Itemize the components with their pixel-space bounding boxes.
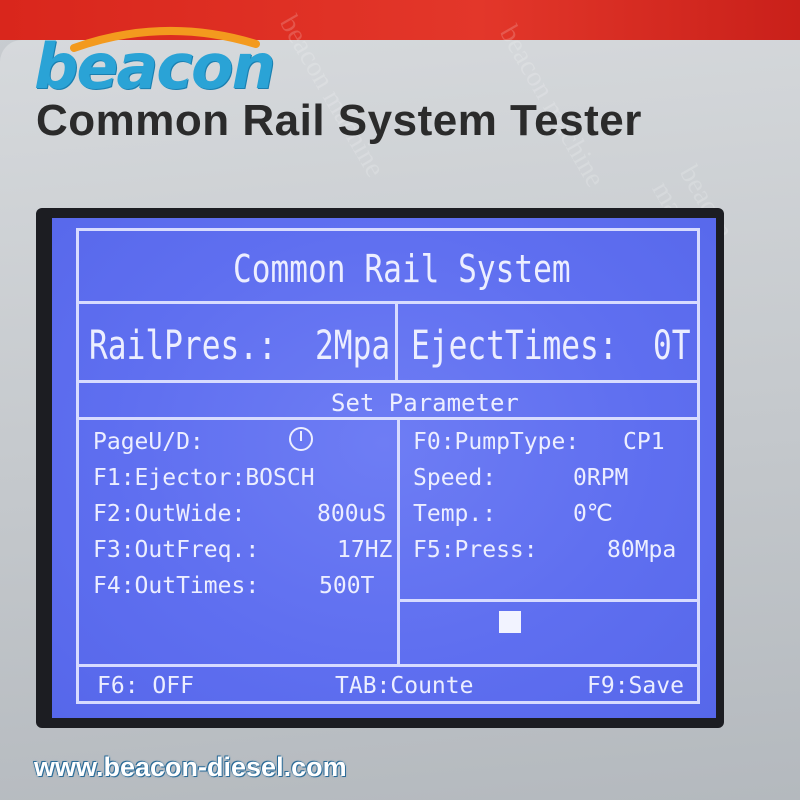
f5-press-value: 80Mpa [607,537,677,563]
lcd-frame: Common Rail System RailPres.: 2Mpa Eject… [76,228,700,704]
divider [79,301,697,304]
temp-label: Temp.: [413,501,497,527]
tab-counter: TAB:Counte [335,673,474,699]
divider [79,417,697,420]
rail-pres-value: 2Mpa [315,323,391,369]
device-headline: Common Rail System Tester [36,96,642,145]
cursor-block [499,611,521,633]
divider [79,664,697,667]
eject-times-value: 0T [653,323,691,369]
website-url: www.beacon-diesel.com [34,752,347,782]
speed-label: Speed: [413,465,497,491]
power-icon [289,427,313,451]
f3-outfreq-label: F3:OutFreq.: [93,537,260,563]
f2-outwide-label: F2:OutWide: [93,501,246,527]
f6-status: F6: OFF [97,673,194,699]
f1-ejector: F1:Ejector:BOSCH [93,465,315,491]
section-title: Set Parameter [331,389,519,417]
f4-outtimes-value: 500T [319,573,375,599]
f4-outtimes-label: F4:OutTimes: [93,573,260,599]
f3-outfreq-value: 17HZ [337,537,393,563]
eject-times-label: EjectTimes: [411,323,618,369]
f0-pumptype-label: F0:PumpType: [413,429,580,455]
screen-title: Common Rail System [233,247,571,291]
divider [79,380,697,383]
divider [395,304,398,380]
f0-pumptype-value: CP1 [623,429,665,455]
temp-value: 0℃ [573,501,613,527]
lcd-screen: Common Rail System RailPres.: 2Mpa Eject… [52,218,716,718]
divider [397,420,400,664]
f9-save: F9:Save [587,673,684,699]
rail-pres-label: RailPres.: [89,323,277,369]
page-ud-label: PageU/D: [93,429,204,455]
f2-outwide-value: 800uS [317,501,387,527]
speed-value: 0RPM [573,465,629,491]
logo-text: beacon [34,30,276,103]
brand-logo: beacon [34,22,276,103]
f5-press-label: F5:Press: [413,537,538,563]
divider [400,599,697,602]
